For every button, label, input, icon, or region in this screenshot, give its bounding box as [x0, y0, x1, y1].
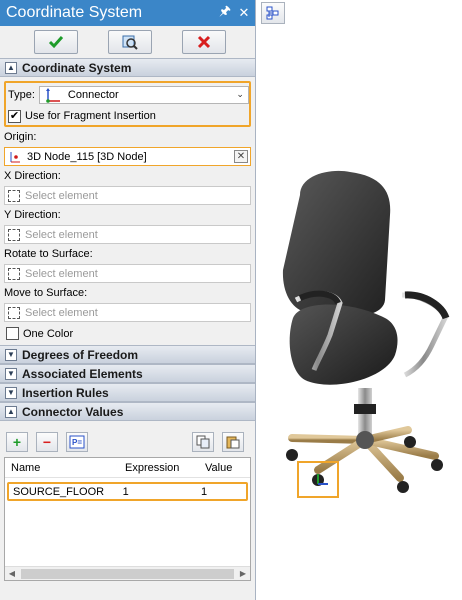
section-connector-values[interactable]: ▲ Connector Values	[0, 402, 255, 421]
connector-axes-icon	[45, 88, 60, 103]
origin-field[interactable]: 3D Node_115 [3D Node] ✕	[4, 147, 251, 166]
section-title: Coordinate System	[22, 60, 132, 75]
section-title: Associated Elements	[22, 366, 143, 381]
section-degrees-of-freedom[interactable]: ▼ Degrees of Freedom	[0, 345, 255, 364]
type-dropdown[interactable]: Connector ⌄	[38, 86, 249, 104]
tree-structure-icon	[266, 6, 279, 20]
select-element-icon	[8, 306, 20, 319]
move-to-surface-field[interactable]: Select element	[4, 303, 251, 322]
expand-icon: ▼	[5, 386, 17, 399]
x-direction-placeholder: Select element	[25, 189, 98, 202]
origin-value: 3D Node_115 [3D Node]	[27, 150, 147, 163]
horizontal-scrollbar[interactable]: ◀ ▶	[5, 566, 250, 580]
y-direction-placeholder: Select element	[25, 228, 98, 241]
scene-tree-button[interactable]	[261, 2, 285, 24]
node-icon	[10, 151, 20, 162]
rotate-to-surface-label: Rotate to Surface:	[4, 248, 93, 260]
minus-icon: −	[42, 434, 52, 450]
paste-icon	[226, 436, 240, 449]
section-title: Insertion Rules	[22, 385, 109, 400]
pin-icon[interactable]: 🖈	[217, 2, 233, 24]
panel-title: Coordinate System	[6, 4, 143, 21]
select-element-icon	[8, 267, 20, 280]
clear-origin-icon[interactable]: ✕	[234, 150, 248, 163]
add-value-button[interactable]: +	[6, 432, 28, 452]
move-to-surface-placeholder: Select element	[25, 306, 98, 319]
preview-button[interactable]	[108, 30, 152, 54]
collapse-icon: ▲	[5, 61, 17, 74]
section-coordinate-system[interactable]: ▲ Coordinate System	[0, 58, 255, 77]
remove-value-button[interactable]: −	[36, 432, 58, 452]
one-color-checkbox[interactable]	[6, 327, 19, 340]
copy-icon	[196, 435, 210, 449]
paste-button[interactable]	[222, 432, 244, 452]
chevron-down-icon: ⌄	[236, 89, 244, 99]
coordinate-system-content: Type: Connector ⌄ ✔ Use for Fragment Ins…	[0, 81, 255, 345]
cancel-x-icon	[197, 35, 211, 49]
section-insertion-rules[interactable]: ▼ Insertion Rules	[0, 383, 255, 402]
rotate-to-surface-field[interactable]: Select element	[4, 264, 251, 283]
type-highlight: Type: Connector ⌄ ✔ Use for Fragment Ins…	[4, 81, 251, 127]
scrollbar-thumb[interactable]	[21, 568, 234, 579]
type-label: Type:	[8, 89, 35, 101]
3d-viewport[interactable]	[257, 0, 462, 600]
select-element-icon	[8, 189, 20, 202]
table-header: Name Expression Value	[5, 458, 250, 478]
preview-icon	[122, 35, 138, 50]
connector-values-table: Name Expression Value SOURCE_FLOOR 1 1 ◀…	[4, 457, 251, 581]
use-fragment-label: Use for Fragment Insertion	[25, 110, 156, 122]
connector-values-toolbar: + − P=	[0, 427, 255, 457]
one-color-label: One Color	[23, 327, 74, 340]
cell-expression[interactable]: 1	[119, 486, 197, 498]
collapse-icon: ▲	[5, 405, 17, 418]
cell-value[interactable]: 1	[197, 486, 246, 498]
parameters-icon: P=	[69, 435, 85, 449]
type-row: Type: Connector ⌄	[6, 83, 249, 107]
move-to-surface-label: Move to Surface:	[4, 287, 88, 299]
x-direction-field[interactable]: Select element	[4, 186, 251, 205]
x-direction-label: X Direction:	[4, 170, 61, 182]
scroll-left-icon[interactable]: ◀	[5, 569, 19, 578]
scroll-right-icon[interactable]: ▶	[236, 569, 250, 578]
connector-highlight	[297, 461, 339, 498]
cancel-button[interactable]	[182, 30, 226, 54]
parameters-button[interactable]: P=	[66, 432, 88, 452]
origin-label: Origin:	[4, 131, 37, 143]
coordinate-system-panel: Coordinate System 🖈 ✕ ▲ Coordinate Syste…	[0, 0, 256, 600]
type-value: Connector	[67, 89, 119, 101]
close-icon[interactable]: ✕	[236, 5, 252, 21]
copy-button[interactable]	[192, 432, 214, 452]
section-title: Degrees of Freedom	[22, 347, 139, 362]
one-color-row[interactable]: One Color	[4, 322, 251, 345]
section-associated-elements[interactable]: ▼ Associated Elements	[0, 364, 255, 383]
table-row[interactable]: SOURCE_FLOOR 1 1	[7, 482, 248, 501]
cell-name[interactable]: SOURCE_FLOOR	[9, 486, 119, 498]
column-header-expression[interactable]: Expression	[119, 462, 199, 474]
use-fragment-row[interactable]: ✔ Use for Fragment Insertion	[6, 107, 249, 125]
rotate-to-surface-placeholder: Select element	[25, 267, 98, 280]
expand-icon: ▼	[5, 367, 17, 380]
y-direction-label: Y Direction:	[4, 209, 61, 221]
checkmark-icon	[48, 36, 64, 49]
column-header-value[interactable]: Value	[199, 462, 249, 474]
svg-text:P=: P=	[72, 438, 82, 447]
ok-button[interactable]	[34, 30, 78, 54]
plus-icon: +	[12, 434, 22, 450]
y-direction-field[interactable]: Select element	[4, 225, 251, 244]
select-element-icon	[8, 228, 20, 241]
expand-icon: ▼	[5, 348, 17, 361]
panel-toolbar	[0, 26, 255, 58]
panel-title-bar: Coordinate System 🖈 ✕	[0, 0, 255, 26]
section-title: Connector Values	[22, 404, 124, 419]
column-header-name[interactable]: Name	[5, 462, 119, 474]
use-fragment-checkbox[interactable]: ✔	[8, 109, 21, 123]
